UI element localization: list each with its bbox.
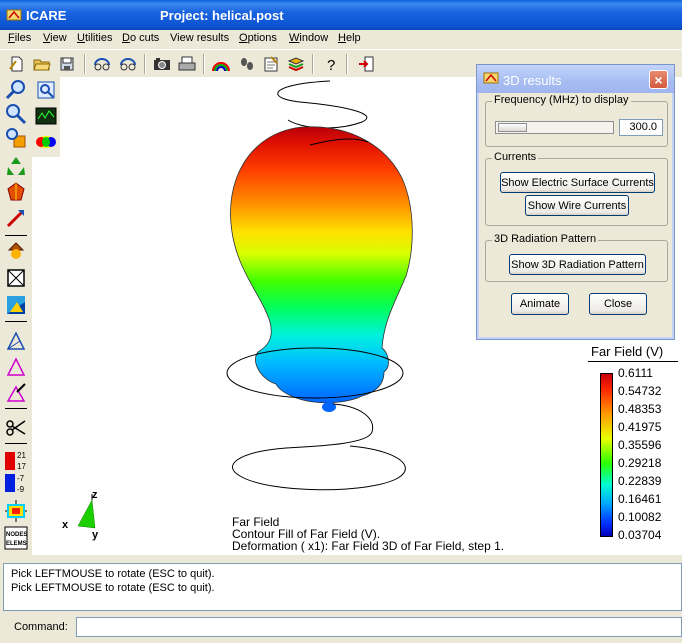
icare-window: ICARE Project: helical.post Files View U… xyxy=(0,0,682,643)
currents-group: Currents Show Electric Surface Currents … xyxy=(485,151,668,226)
legend-value: 0.41975 xyxy=(618,420,662,434)
legend-value: 0.10082 xyxy=(618,510,662,524)
legend-title: Far Field (V) xyxy=(591,344,664,359)
animate-button[interactable]: Animate xyxy=(511,293,569,315)
dialog-app-icon xyxy=(483,72,499,84)
radiation-pattern-label: 3D Radiation Pattern xyxy=(492,233,599,245)
show-wire-currents-button[interactable]: Show Wire Currents xyxy=(525,195,629,216)
legend-value: 0.03704 xyxy=(618,528,662,542)
frequency-label: Frequency (MHz) to display xyxy=(492,94,631,106)
status-log[interactable]: Pick LEFTMOUSE to rotate (ESC to quit). … xyxy=(3,563,682,611)
show-3d-radiation-pattern-button[interactable]: Show 3D Radiation Pattern xyxy=(509,254,646,275)
currents-label: Currents xyxy=(492,151,539,163)
show-surface-currents-button[interactable]: Show Electric Surface Currents xyxy=(500,172,655,193)
legend-value: 0.54732 xyxy=(618,384,662,398)
command-input[interactable] xyxy=(76,617,682,637)
frequency-slider-thumb[interactable] xyxy=(498,123,527,132)
axis-x-label: x xyxy=(62,519,69,531)
legend-value: 0.48353 xyxy=(618,402,662,416)
radiation-pattern-group: 3D Radiation Pattern Show 3D Radiation P… xyxy=(485,233,668,282)
status-line: Pick LEFTMOUSE to rotate (ESC to quit). xyxy=(11,582,215,594)
legend-value: 0.6111 xyxy=(618,366,653,380)
far-field-lobe xyxy=(230,126,413,404)
caption-deformation: Deformation ( x1): Far Field 3D of Far F… xyxy=(232,539,505,553)
3d-results-dialog: 3D results × Frequency (MHz) to display … xyxy=(476,64,675,340)
command-row: Command: xyxy=(0,613,682,643)
legend-underline xyxy=(588,361,678,362)
legend-value: 0.22839 xyxy=(618,474,662,488)
far-field-tip xyxy=(322,402,336,412)
command-label: Command: xyxy=(14,621,68,633)
axis-triad xyxy=(77,499,96,529)
axis-y-label: y xyxy=(92,529,99,541)
close-icon[interactable]: × xyxy=(649,70,668,89)
legend-value: 0.29218 xyxy=(618,456,662,470)
helix-wire xyxy=(277,80,368,129)
frequency-value[interactable]: 300.0 xyxy=(619,119,663,136)
dialog-title-bar[interactable]: 3D results × xyxy=(477,65,674,93)
close-button[interactable]: Close xyxy=(589,293,647,315)
frequency-slider[interactable] xyxy=(495,121,614,134)
frequency-group: Frequency (MHz) to display 300.0 xyxy=(485,94,668,147)
legend-value: 0.35596 xyxy=(618,438,662,452)
helix-wire xyxy=(232,403,406,491)
axis-z-label: z xyxy=(92,489,98,501)
status-line: Pick LEFTMOUSE to rotate (ESC to quit). xyxy=(11,568,215,580)
legend-colorbar xyxy=(600,373,613,537)
dialog-title: 3D results xyxy=(503,73,562,88)
legend-value: 0.16461 xyxy=(618,492,662,506)
